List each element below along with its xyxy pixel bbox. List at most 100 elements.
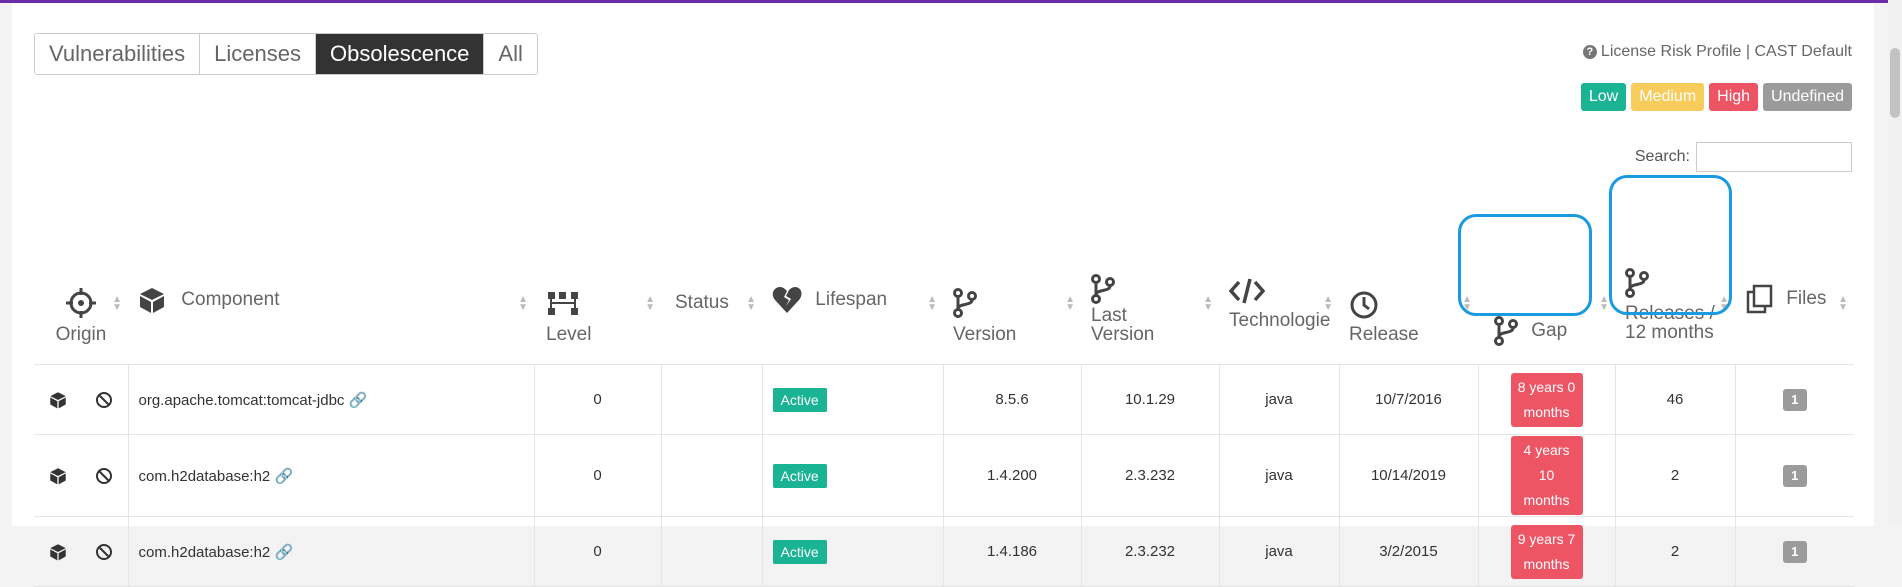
level-cell: 0 — [533, 364, 662, 435]
col-component[interactable]: Component ▲ ▼ — [128, 200, 534, 365]
box-icon[interactable] — [49, 543, 67, 561]
col-origin[interactable]: Origin ▲ ▼ — [34, 200, 128, 365]
link-icon[interactable]: 🔗 — [274, 468, 293, 485]
sort-icon: ▲ ▼ — [1323, 294, 1333, 313]
last-version-cell: 10.1.29 — [1080, 364, 1220, 435]
ban-icon[interactable] — [95, 391, 113, 409]
release-cell: 10/14/2019 — [1338, 434, 1479, 517]
gap-badge: 8 years 0 months — [1510, 372, 1583, 427]
releases-12-cell: 2 — [1614, 434, 1736, 517]
table-row: com.h2database:h2 🔗 0 Active 1.4.186 2.3… — [34, 516, 1854, 587]
legend-low: Low — [1580, 83, 1627, 111]
license-risk-profile-text: License Risk Profile | CAST Default — [1600, 43, 1852, 60]
last-version-cell: 2.3.232 — [1080, 434, 1220, 517]
lifespan-cell: Active — [761, 364, 944, 435]
col-files[interactable]: Files ▲ ▼ — [1735, 200, 1854, 365]
col-lifespan[interactable]: Lifespan ▲ ▼ — [762, 200, 943, 365]
risk-legend: Low Medium High Undefined — [1580, 83, 1852, 111]
scrollbar-thumb[interactable] — [1890, 48, 1900, 118]
sort-icon: ▲ ▼ — [1838, 294, 1848, 313]
release-cell: 3/2/2015 — [1338, 516, 1479, 587]
gap-cell: 9 years 7 months — [1477, 516, 1616, 587]
copy-icon — [1746, 284, 1773, 314]
component-cell: com.h2database:h2 🔗 — [127, 516, 535, 587]
status-cell — [660, 434, 763, 517]
technology-cell: java — [1218, 364, 1340, 435]
releases-12-cell: 2 — [1614, 516, 1736, 587]
sort-icon: ▲ ▼ — [927, 294, 937, 313]
lifespan-badge: Active — [772, 463, 827, 488]
files-badge[interactable]: 1 — [1782, 540, 1807, 563]
legend-undefined: Undefined — [1763, 83, 1852, 111]
box-icon[interactable] — [49, 391, 67, 409]
technology-cell: java — [1218, 434, 1340, 517]
releases-column-highlight — [1609, 175, 1732, 315]
sort-icon: ▲ ▼ — [1203, 294, 1213, 313]
table-row: com.h2database:h2 🔗 0 Active 1.4.200 2.3… — [34, 434, 1854, 517]
origin-cell — [34, 434, 129, 517]
col-files-label: Files — [1786, 288, 1827, 310]
sort-icon: ▲ ▼ — [112, 294, 122, 313]
level-cell: 0 — [533, 516, 662, 587]
code-branch-icon — [1494, 316, 1518, 346]
sitemap-icon — [548, 292, 578, 315]
gap-cell: 8 years 0 months — [1477, 364, 1616, 435]
broken-heart-icon — [772, 287, 802, 313]
releases-12-cell: 46 — [1614, 364, 1736, 435]
component-cell: com.h2database:h2 🔗 — [127, 434, 535, 517]
files-cell: 1 — [1734, 516, 1854, 587]
col-version-label: Version — [953, 324, 1017, 345]
col-origin-label: Origin — [55, 324, 107, 345]
sort-icon: ▲ ▼ — [1599, 294, 1609, 313]
search-input[interactable] — [1696, 142, 1852, 172]
col-level[interactable]: Level ▲ ▼ — [534, 200, 661, 365]
col-status[interactable]: Status ▲ ▼ — [661, 200, 762, 365]
files-badge[interactable]: 1 — [1782, 388, 1807, 411]
code-branch-icon — [1091, 274, 1115, 304]
version-cell: 1.4.186 — [942, 516, 1082, 587]
gap-badge: 9 years 7 months — [1510, 524, 1583, 579]
box-icon[interactable] — [49, 467, 67, 485]
status-cell — [660, 364, 763, 435]
table-row: org.apache.tomcat:tomcat-jdbc 🔗 0 Active… — [34, 364, 1854, 435]
sort-icon: ▲ ▼ — [518, 294, 528, 313]
sort-icon: ▲ ▼ — [1065, 294, 1075, 313]
component-name: org.apache.tomcat:tomcat-jdbc — [138, 391, 345, 409]
tab-all[interactable]: All — [484, 34, 537, 74]
lifespan-cell: Active — [761, 434, 944, 517]
col-release-label: Release — [1349, 324, 1419, 345]
clock-icon — [1350, 291, 1378, 319]
col-component-label: Component — [181, 289, 280, 311]
search-box: Search: — [1635, 142, 1852, 172]
legend-medium: Medium — [1631, 83, 1705, 111]
sort-icon: ▲ ▼ — [746, 294, 756, 313]
ban-icon[interactable] — [95, 467, 113, 485]
component-cell: org.apache.tomcat:tomcat-jdbc 🔗 — [127, 364, 535, 435]
col-technologies[interactable]: Technologie ▲ ▼ — [1219, 200, 1339, 365]
tab-bar: Vulnerabilities Licenses Obsolescence Al… — [34, 33, 538, 75]
col-last-version[interactable]: Last Version ▲ ▼ — [1081, 200, 1219, 365]
lifespan-badge: Active — [772, 539, 827, 564]
lifespan-badge: Active — [772, 387, 827, 412]
link-icon[interactable]: 🔗 — [349, 392, 368, 409]
col-lifespan-label: Lifespan — [815, 289, 888, 311]
origin-cell — [34, 364, 129, 435]
code-icon — [1229, 278, 1265, 304]
files-cell: 1 — [1734, 434, 1854, 517]
box-icon — [140, 288, 164, 313]
files-badge[interactable]: 1 — [1782, 464, 1807, 487]
code-branch-icon — [953, 288, 977, 318]
release-cell: 10/7/2016 — [1338, 364, 1479, 435]
ban-icon[interactable] — [95, 543, 113, 561]
scrollbar[interactable] — [1888, 0, 1902, 526]
technology-cell: java — [1218, 516, 1340, 587]
col-version[interactable]: Version ▲ ▼ — [943, 200, 1081, 365]
link-icon[interactable]: 🔗 — [274, 544, 293, 561]
license-risk-profile[interactable]: ? License Risk Profile | CAST Default — [1582, 43, 1852, 61]
col-level-label: Level — [546, 324, 592, 345]
col-gap-label: Gap — [1531, 320, 1568, 342]
sort-icon: ▲ ▼ — [645, 294, 655, 313]
tab-obsolescence[interactable]: Obsolescence — [316, 34, 485, 74]
tab-licenses[interactable]: Licenses — [200, 34, 316, 74]
tab-vulnerabilities[interactable]: Vulnerabilities — [35, 34, 201, 74]
